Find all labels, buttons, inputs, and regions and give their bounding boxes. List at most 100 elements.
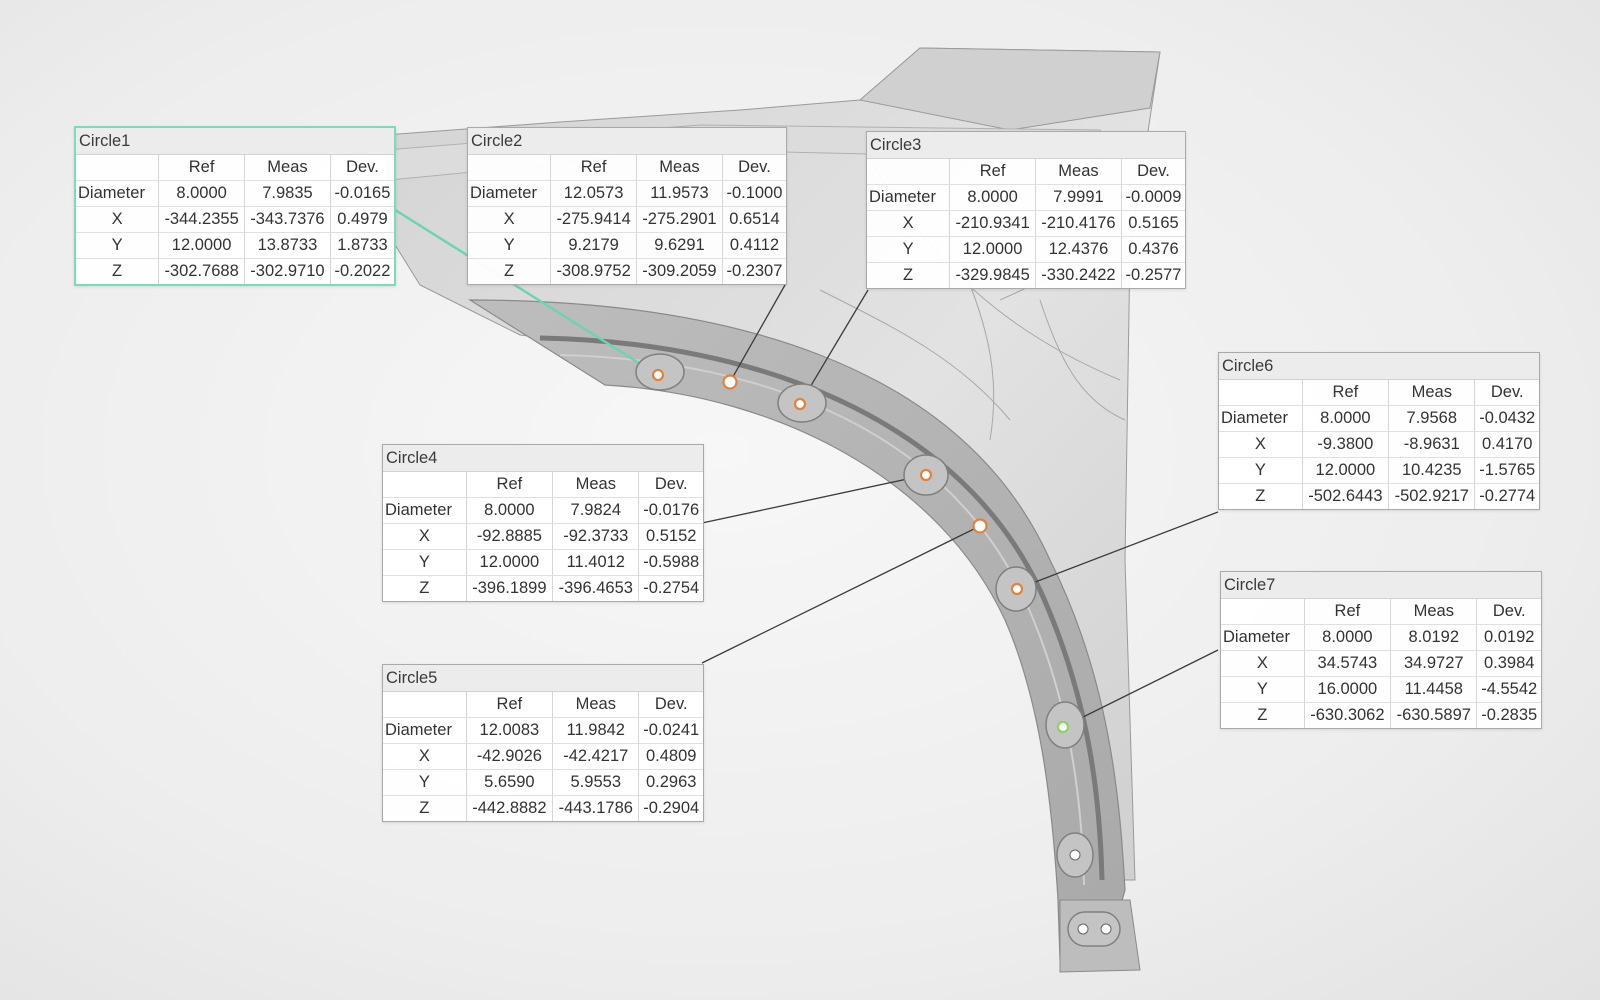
dev-value: -0.2904	[643, 799, 700, 817]
callout-row-z: Z -442.8882 -443.1786 -0.2904	[383, 795, 703, 821]
meas-value: 8.0192	[1390, 624, 1478, 651]
meas-value: -309.2059	[636, 258, 723, 284]
ref-value: 9.2179	[550, 232, 638, 259]
callout-row-x: X -344.2355 -343.7376 0.4979	[76, 206, 394, 233]
corner-cell	[383, 692, 467, 718]
callout-circle1[interactable]: Circle1 Ref Meas Dev. Diameter 8.0000 7.98…	[74, 126, 396, 286]
callout-title: Circle3	[867, 132, 1185, 159]
ref-value: 16.0000	[1304, 676, 1392, 703]
callout-row-y: Y 12.0000 11.4012 -0.5988	[383, 549, 703, 576]
meas-value: 7.9568	[1388, 405, 1476, 432]
callout-header-row: Ref Meas Dev.	[1219, 380, 1539, 406]
ref-value: 34.5743	[1304, 650, 1392, 677]
callout-row-z: Z -308.9752 -309.2059 -0.2307	[468, 258, 786, 284]
meas-value: -443.1786	[552, 795, 640, 821]
row-label: Diameter	[383, 717, 467, 744]
dev-value: 1.8733	[330, 232, 394, 259]
callout-row-x: X -275.9414 -275.2901 0.6514	[468, 206, 786, 233]
dev-value: -4.5542	[1476, 676, 1541, 703]
col-header-ref: Ref	[1304, 599, 1392, 625]
ref-value: -210.9341	[949, 210, 1037, 237]
col-header-dev: Dev.	[722, 155, 786, 181]
callout-row-diameter: Diameter 8.0000 7.9835 -0.0165	[76, 180, 394, 207]
callout-row-x: X -9.3800 -8.9631 0.4170	[1219, 431, 1539, 458]
col-header-meas: Meas	[636, 155, 723, 181]
col-header-meas: Meas	[1388, 380, 1476, 406]
row-label: X	[1221, 650, 1305, 677]
dev-value: -0.2022	[334, 262, 391, 280]
dev-value: -0.0432	[1474, 405, 1539, 432]
callout-row-y: Y 12.0000 12.4376 0.4376	[867, 236, 1185, 263]
row-label: Diameter	[1221, 624, 1305, 651]
ref-value: -92.8885	[466, 523, 554, 550]
callout-row-diameter: Diameter 12.0573 11.9573 -0.1000	[468, 180, 786, 207]
ref-value: -442.8882	[466, 795, 554, 821]
callout-circle2[interactable]: Circle2 Ref Meas Dev. Diameter 12.0573 11.…	[467, 127, 787, 285]
row-label: Diameter	[468, 180, 552, 207]
callout-circle3[interactable]: Circle3 Ref Meas Dev. Diameter 8.0000 7.99…	[866, 131, 1186, 289]
row-label: X	[867, 210, 951, 237]
callout-header-row: Ref Meas Dev.	[468, 155, 786, 181]
callout-circle4[interactable]: Circle4 Ref Meas Dev. Diameter 8.0000 7.98…	[382, 444, 704, 602]
hole-marker-circle4	[919, 468, 933, 482]
ref-value: -630.3062	[1304, 702, 1392, 728]
3d-viewport[interactable]: Circle1 Ref Meas Dev. Diameter 8.0000 7.98…	[0, 0, 1600, 1000]
leader-circle5	[701, 525, 981, 664]
col-header-dev: Dev.	[330, 155, 394, 181]
col-header-dev: Dev.	[638, 472, 703, 498]
ref-value: 8.0000	[1304, 624, 1392, 651]
callout-header-row: Ref Meas Dev.	[867, 159, 1185, 185]
corner-cell	[76, 155, 160, 181]
row-label: Diameter	[1219, 405, 1303, 432]
callout-row-diameter: Diameter 8.0000 7.9991 -0.0009	[867, 184, 1185, 211]
dev-value: -0.0241	[638, 717, 703, 744]
col-header-meas: Meas	[244, 155, 331, 181]
col-header-ref: Ref	[158, 155, 246, 181]
corner-cell	[383, 472, 467, 498]
callout-row-y: Y 16.0000 11.4458 -4.5542	[1221, 676, 1541, 703]
dev-value: 0.4809	[638, 743, 703, 770]
ref-value: -396.1899	[466, 575, 554, 601]
row-label: X	[1219, 431, 1303, 458]
hole-marker-circle5	[972, 518, 988, 534]
meas-value: 7.9835	[244, 180, 331, 207]
row-label: Y	[383, 549, 467, 576]
meas-value: 34.9727	[1390, 650, 1478, 677]
ref-value: 12.0000	[158, 232, 246, 259]
callout-row-z: Z -396.1899 -396.4653 -0.2754	[383, 575, 703, 601]
ref-value: 5.6590	[466, 769, 554, 796]
callout-row-x: X -42.9026 -42.4217 0.4809	[383, 743, 703, 770]
callout-circle6[interactable]: Circle6 Ref Meas Dev. Diameter 8.0000 7.95…	[1218, 352, 1540, 510]
ref-value: -9.3800	[1302, 431, 1390, 458]
row-label: Y	[1219, 457, 1303, 484]
callout-table: Ref Meas Dev. Diameter 8.0000 7.9991 -0.000…	[867, 159, 1185, 288]
corner-cell	[1219, 380, 1303, 406]
dev-value: 0.4376	[1121, 236, 1185, 263]
row-label: Y	[867, 236, 951, 263]
callout-header-row: Ref Meas Dev.	[383, 472, 703, 498]
callout-table: Ref Meas Dev. Diameter 8.0000 7.9824 -0.017…	[383, 472, 703, 601]
dev-value: 0.2963	[638, 769, 703, 796]
hole-marker-circle7	[1056, 720, 1070, 734]
ref-value: 12.0000	[466, 549, 554, 576]
callout-table: Ref Meas Dev. Diameter 8.0000 8.0192 0.0192…	[1221, 599, 1541, 728]
ref-value: -275.9414	[550, 206, 638, 233]
dev-value: -0.1000	[722, 180, 786, 207]
callout-row-z: Z -630.3062 -630.5897 -0.2835	[1221, 702, 1541, 728]
callout-row-y: Y 9.2179 9.6291 0.4112	[468, 232, 786, 259]
ref-value: 12.0083	[466, 717, 554, 744]
row-label: X	[76, 206, 160, 233]
dev-value: 0.4112	[722, 232, 786, 259]
callout-circle5[interactable]: Circle5 Ref Meas Dev. Diameter 12.0083 11.…	[382, 664, 704, 822]
col-header-dev: Dev.	[638, 692, 703, 718]
ref-value: 12.0000	[949, 236, 1037, 263]
row-label: Diameter	[76, 180, 160, 207]
col-header-meas: Meas	[1390, 599, 1478, 625]
col-header-dev: Dev.	[1474, 380, 1539, 406]
ref-value: 8.0000	[1302, 405, 1390, 432]
callout-row-x: X 34.5743 34.9727 0.3984	[1221, 650, 1541, 677]
meas-value: -42.4217	[552, 743, 640, 770]
callout-circle7[interactable]: Circle7 Ref Meas Dev. Diameter 8.0000 8.01…	[1220, 571, 1542, 729]
dev-value: 0.3984	[1476, 650, 1541, 677]
row-label: Diameter	[867, 184, 951, 211]
